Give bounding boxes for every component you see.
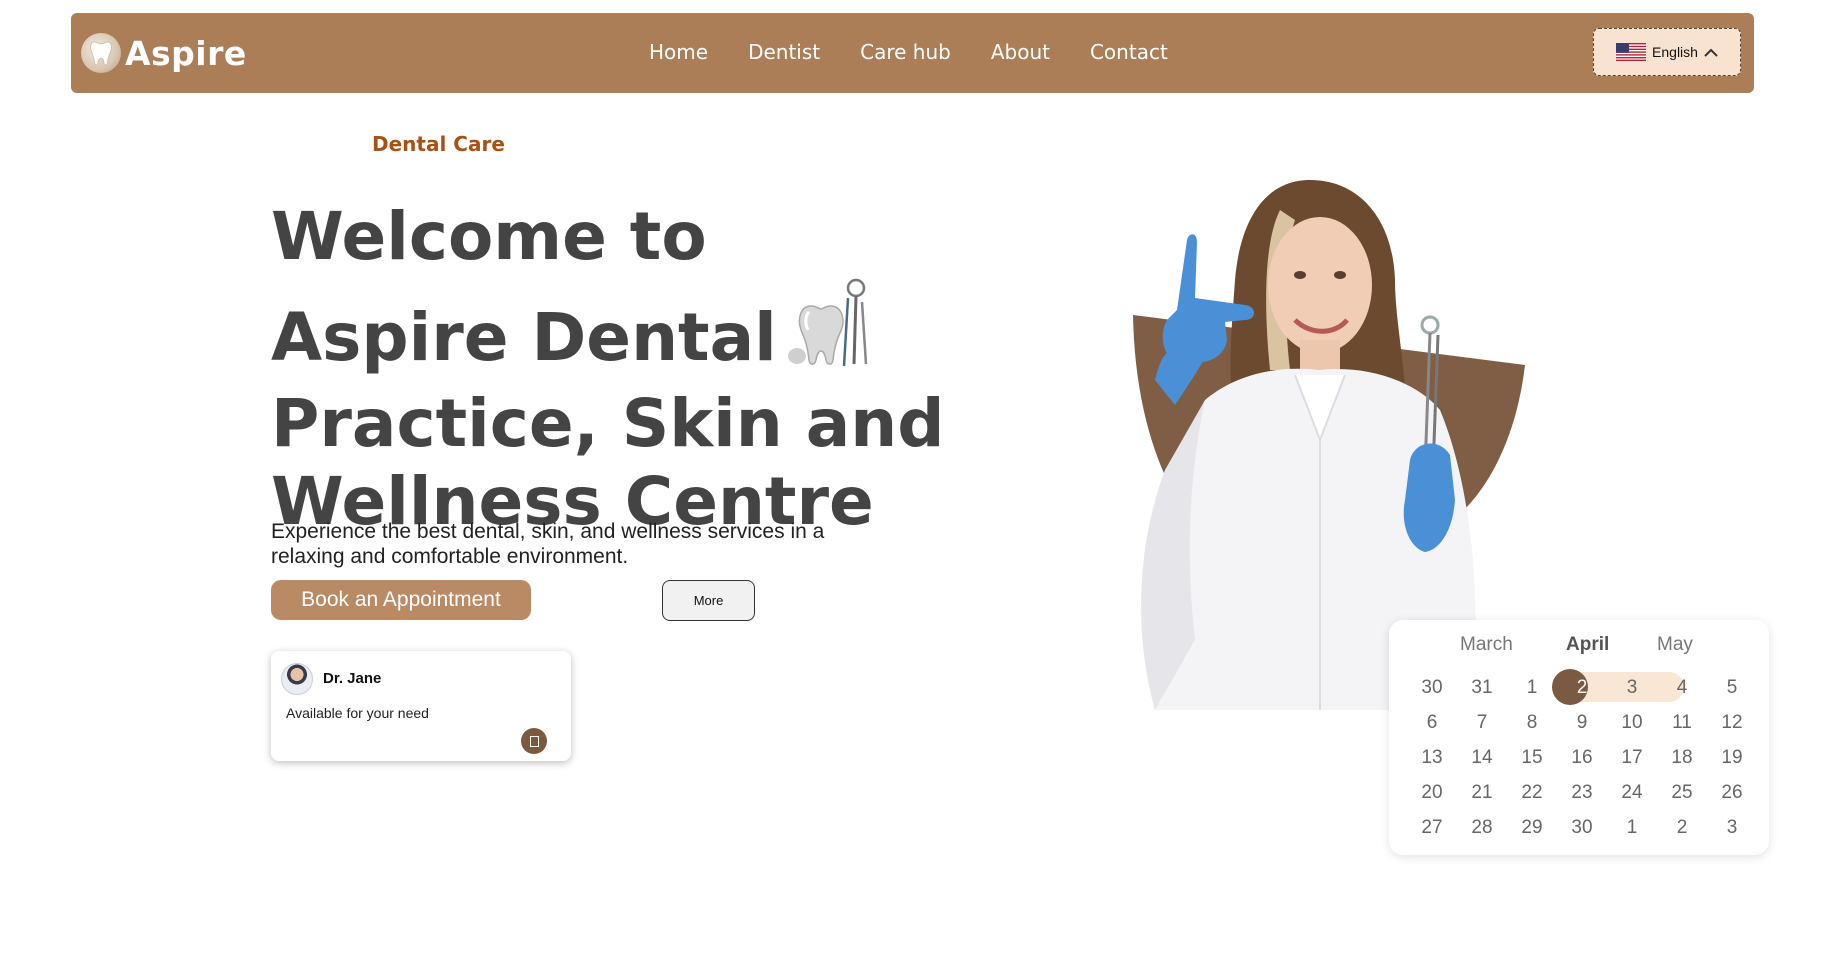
top-navbar: Aspire Home Dentist Care hub About Conta… — [71, 13, 1754, 93]
hero-title-line-3: Practice, Skin and — [271, 385, 945, 462]
calendar-day[interactable]: 1 — [1507, 677, 1557, 699]
nav-link-dentist[interactable]: Dentist — [748, 40, 820, 64]
more-button[interactable]: More — [662, 580, 755, 621]
calendar-day[interactable]: 15 — [1507, 747, 1557, 769]
calendar-day[interactable]: 20 — [1407, 782, 1457, 804]
calendar-day-selected[interactable]: 2 — [1557, 677, 1607, 699]
calendar-day[interactable]: 27 — [1407, 817, 1457, 839]
hero-tagline: Dental Care — [372, 132, 505, 156]
dental-tools-icon — [787, 276, 877, 385]
hero-title-line-1: Welcome to — [271, 198, 707, 275]
calendar-day[interactable]: 19 — [1707, 747, 1757, 769]
doctor-availability: Available for your need — [286, 705, 429, 721]
doctor-name: Dr. Jane — [323, 670, 382, 687]
calendar-week: 13 14 15 16 17 18 19 — [1407, 747, 1757, 769]
calendar-day[interactable]: 28 — [1457, 817, 1507, 839]
doctor-card: Dr. Jane Available for your need — [271, 651, 571, 761]
doctor-avatar — [281, 663, 313, 695]
hero-subtitle: Experience the best dental, skin, and we… — [271, 520, 825, 568]
calendar-week: 30 31 1 2 3 4 5 — [1407, 677, 1757, 699]
calendar-day[interactable]: 12 — [1707, 712, 1757, 734]
calendar-day[interactable]: 2 — [1657, 817, 1707, 839]
hero-title: Welcome to Aspire Dental Practice, Skin … — [271, 198, 945, 541]
calendar-day[interactable]: 1 — [1607, 817, 1657, 839]
calendar-day[interactable]: 10 — [1607, 712, 1657, 734]
brand-logo[interactable]: Aspire — [81, 31, 247, 75]
calendar-month-switcher: March April May — [1389, 634, 1769, 658]
calendar-day[interactable]: 31 — [1457, 677, 1507, 699]
calendar-day[interactable]: 16 — [1557, 747, 1607, 769]
calendar-week: 27 28 29 30 1 2 3 — [1407, 817, 1757, 839]
nav-link-care-hub[interactable]: Care hub — [860, 40, 951, 64]
hero-title-line-2: Aspire Dental — [271, 299, 777, 376]
calendar-day[interactable]: 22 — [1507, 782, 1557, 804]
month-prev[interactable]: March — [1460, 634, 1513, 656]
month-current[interactable]: April — [1566, 634, 1609, 656]
calendar-week: 20 21 22 23 24 25 26 — [1407, 782, 1757, 804]
calendar-day[interactable]: 17 — [1607, 747, 1657, 769]
calendar-day[interactable]: 26 — [1707, 782, 1757, 804]
calendar-day[interactable]: 29 — [1507, 817, 1557, 839]
calendar-day[interactable]: 3 — [1607, 677, 1657, 699]
calendar-day[interactable]: 14 — [1457, 747, 1507, 769]
language-label: English — [1652, 44, 1698, 60]
calendar-day[interactable]: 30 — [1557, 817, 1607, 839]
nav-link-about[interactable]: About — [991, 40, 1050, 64]
calendar-day[interactable]: 3 — [1707, 817, 1757, 839]
chevron-up-icon — [1704, 48, 1718, 57]
calendar-day[interactable]: 21 — [1457, 782, 1507, 804]
us-flag-icon — [1616, 43, 1647, 61]
calendar-day[interactable]: 9 — [1557, 712, 1607, 734]
calendar-day[interactable]: 30 — [1407, 677, 1457, 699]
calendar-day[interactable]: 5 — [1707, 677, 1757, 699]
calendar-week: 6 7 8 9 10 11 12 — [1407, 712, 1757, 734]
calendar-day[interactable]: 8 — [1507, 712, 1557, 734]
brand-name: Aspire — [125, 33, 247, 73]
appointment-calendar: March April May 30 31 1 2 3 4 5 6 7 8 9 … — [1389, 620, 1769, 855]
calendar-day[interactable]: 11 — [1657, 712, 1707, 734]
square-icon — [529, 735, 539, 747]
calendar-day[interactable]: 23 — [1557, 782, 1607, 804]
book-appointment-button[interactable]: Book an Appointment — [271, 580, 531, 620]
calendar-day[interactable]: 24 — [1607, 782, 1657, 804]
month-next[interactable]: May — [1657, 634, 1693, 656]
doctor-action-button[interactable] — [521, 728, 547, 754]
calendar-day[interactable]: 18 — [1657, 747, 1707, 769]
tooth-logo-icon — [81, 33, 121, 73]
calendar-day[interactable]: 7 — [1457, 712, 1507, 734]
calendar-day[interactable]: 4 — [1657, 677, 1707, 699]
nav-link-home[interactable]: Home — [649, 40, 708, 64]
calendar-day[interactable]: 25 — [1657, 782, 1707, 804]
main-menu: Home Dentist Care hub About Contact — [649, 40, 1208, 64]
language-selector[interactable]: English — [1593, 28, 1741, 76]
nav-link-contact[interactable]: Contact — [1090, 40, 1168, 64]
calendar-day[interactable]: 6 — [1407, 712, 1457, 734]
calendar-day[interactable]: 13 — [1407, 747, 1457, 769]
